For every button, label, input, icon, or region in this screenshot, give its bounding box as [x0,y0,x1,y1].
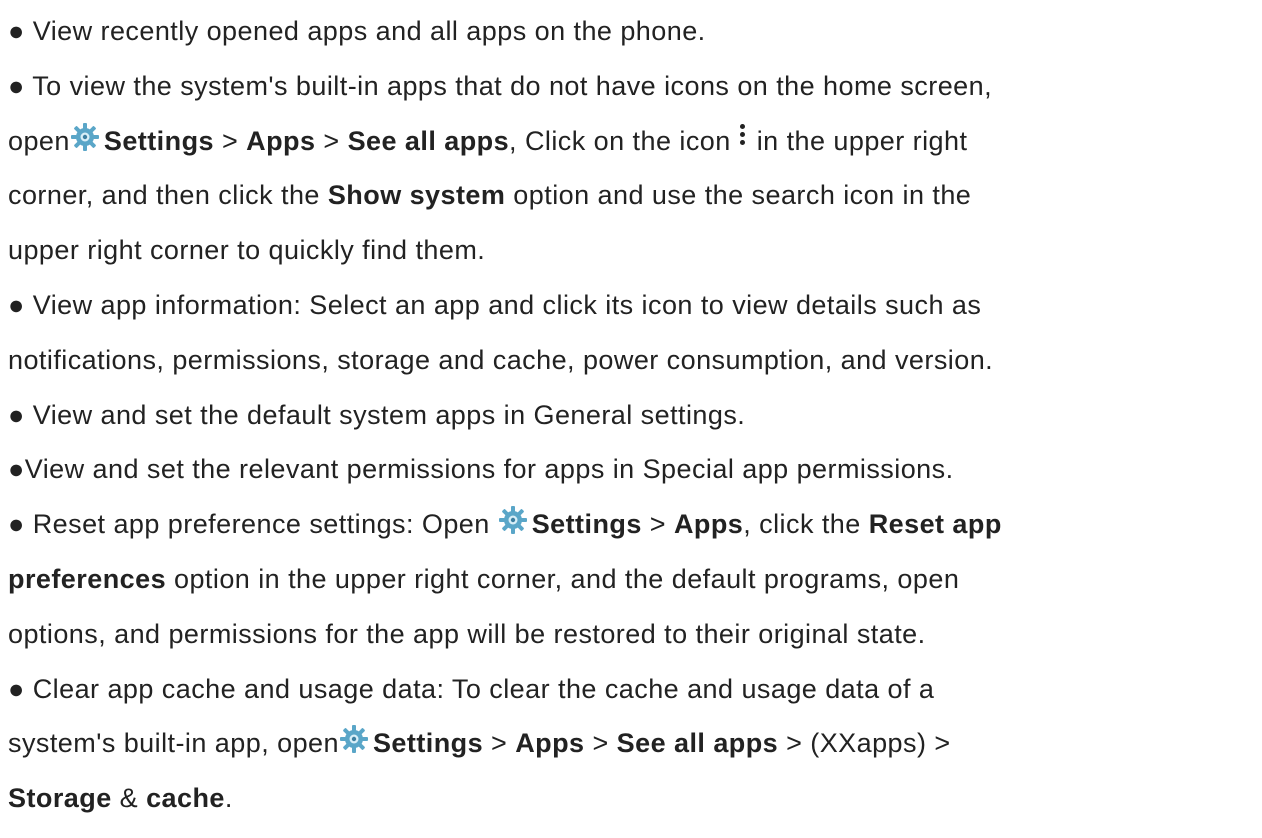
bullet: ● [8,399,25,430]
bullet-app-information: ● View app information: Select an app an… [8,278,1258,333]
bold-text: Show system [327,180,506,211]
text: option and use the search icon in the [505,180,972,211]
text: open [8,125,70,156]
bold-text: cache [146,783,225,814]
text: > [584,728,617,759]
bold-text: Settings [103,125,214,156]
bold-text: See all apps [347,125,510,156]
paragraph-line: options, and permissions for the app wil… [8,607,1258,662]
text: > [214,125,247,156]
bold-text: Storage [8,783,112,814]
bold-text: Reset app [868,509,1002,540]
text: > (XXapps) > [778,728,951,759]
paragraph-line: preferences option in the upper right co… [8,552,1258,607]
bullet: ● [8,673,25,704]
text: in the upper right [756,125,968,156]
text: . [224,783,233,814]
more-vertical-icon [737,123,749,148]
text: options, and permissions for the app wil… [8,618,926,649]
bold-text: Settings [531,509,642,540]
paragraph-line: upper right corner to quickly find them. [8,223,1258,278]
bullet: ● [8,70,25,101]
text: > [483,728,516,759]
paragraph-line: corner, and then click the Show system o… [8,168,1258,223]
bullet: ● [8,509,25,540]
paragraph-line: open Settings > Apps > See all apps, Clic… [8,114,1258,169]
text: notifications, permissions, storage and … [8,344,994,375]
text: , click the [743,509,869,540]
paragraph-line: Storage & cache. [8,771,1258,826]
text: View app information: Select an app and … [24,289,982,320]
text: View recently opened apps and all apps o… [24,16,706,46]
bold-text: See all apps [616,728,779,759]
paragraph-line: notifications, permissions, storage and … [8,333,1258,388]
bullet-default-apps: ● View and set the default system apps i… [8,388,1258,443]
bullet-view-apps: ● View recently opened apps and all apps… [8,4,1258,59]
text: , Click on the icon [509,125,731,156]
text: option in the upper right corner, and th… [166,563,960,594]
bullet: ● [8,454,25,485]
bold-text: preferences [8,563,167,594]
text: upper right corner to quickly find them. [8,235,486,266]
text: To view the system's built-in apps that … [24,70,993,101]
text: View and set the relevant permissions fo… [24,454,954,485]
bullet: ● [8,16,25,46]
text: > [641,509,674,540]
bullet: ● [8,289,25,320]
text: Reset app preference settings: Open [24,509,498,540]
bullet-reset-preferences: ● Reset app preference settings: Open Se… [8,497,1258,552]
text: & [111,783,147,814]
help-document: ● View recently opened apps and all apps… [8,4,1258,826]
settings-gear-icon [498,505,528,535]
text: > [315,125,348,156]
bold-text: Apps [515,728,585,759]
text: system's built-in app, open [8,728,339,759]
text: View and set the default system apps in … [24,399,746,430]
bullet-clear-cache: ● Clear app cache and usage data: To cle… [8,662,1258,717]
bold-text: Apps [673,509,744,540]
settings-gear-icon [339,724,369,754]
paragraph-line: system's built-in app, open Settings > Ap… [8,716,1258,771]
bold-text: Settings [372,728,484,759]
settings-gear-icon [70,122,100,152]
text: corner, and then click the [8,180,328,211]
bullet-special-permissions: ●View and set the relevant permissions f… [8,442,1258,497]
text: Clear app cache and usage data: To clear… [24,673,935,704]
bold-text: Apps [246,125,316,156]
bullet-system-apps: ● To view the system's built-in apps tha… [8,59,1258,114]
